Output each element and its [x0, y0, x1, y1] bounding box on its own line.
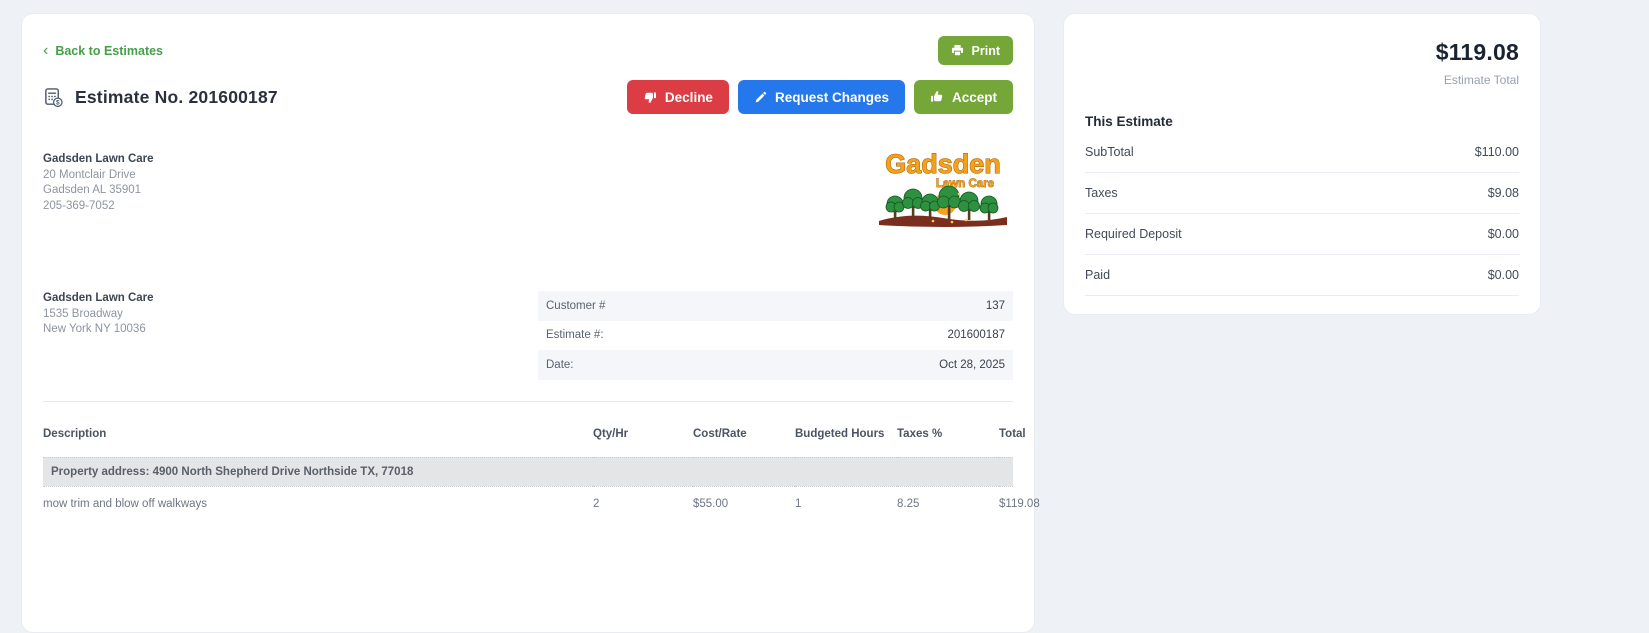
summary-value: $0.00 — [1487, 227, 1519, 241]
back-link-label: Back to Estimates — [55, 43, 164, 58]
print-button-label: Print — [971, 43, 1000, 58]
summary-value: $0.00 — [1487, 268, 1519, 282]
company-logo: Gadsden Lawn Care — [873, 148, 1013, 233]
logo-ground — [879, 215, 1007, 227]
customer-address-line2: New York NY 10036 — [43, 323, 146, 335]
meta-row-estimate-number: Estimate #: 201600187 — [538, 321, 1013, 351]
request-changes-button[interactable]: Request Changes — [737, 80, 905, 114]
page-title: Estimate No. 201600187 — [75, 86, 278, 107]
logo-wordmark: Gadsden — [885, 149, 1001, 179]
meta-row-date: Date: Oct 28, 2025 — [538, 350, 1013, 380]
column-header-qty-hr: Qty/Hr — [593, 427, 629, 440]
pencil-icon — [754, 91, 767, 104]
column-header-cost-rate: Cost/Rate — [693, 427, 747, 440]
customer-address-line1: 1535 Broadway — [43, 307, 123, 320]
request-changes-button-label: Request Changes — [774, 89, 889, 105]
meta-label: Estimate #: — [546, 329, 604, 342]
estimate-card: ‹ Back to Estimates Print $ Estimate No.… — [21, 13, 1040, 633]
estimate-total-amount: $119.08 — [1435, 39, 1519, 65]
decline-button-label: Decline — [664, 89, 713, 105]
print-button[interactable]: Print — [937, 36, 1013, 65]
item-total: $119.08 — [999, 485, 1040, 521]
summary-row-subtotal: SubTotal $110.00 — [1085, 132, 1519, 173]
printer-icon — [951, 44, 964, 57]
summary-label: Paid — [1085, 268, 1111, 282]
summary-value: $9.08 — [1487, 186, 1519, 200]
company-address-line1: 20 Montclair Drive — [43, 168, 136, 181]
summary-row-taxes: Taxes $9.08 — [1085, 173, 1519, 214]
chevron-left-icon: ‹ — [43, 41, 49, 59]
line-items-table: Description Qty/Hr Cost/Rate Budgeted Ho… — [43, 402, 1040, 521]
estimate-meta-table: Customer # 137 Estimate #: 201600187 Dat… — [538, 291, 1013, 380]
column-header-taxes-pct: Taxes % — [897, 427, 943, 440]
item-budgeted-hours: 1 — [795, 485, 897, 521]
top-toolbar: ‹ Back to Estimates Print — [43, 36, 1013, 65]
decline-button[interactable]: Decline — [626, 80, 729, 114]
meta-value: 137 — [985, 299, 1005, 312]
summary-label: Taxes — [1085, 186, 1118, 200]
thumbs-up-icon — [930, 90, 944, 104]
summary-section-title: This Estimate — [1085, 114, 1173, 129]
summary-row-required-deposit: Required Deposit $0.00 — [1085, 214, 1519, 255]
line-item-row: mow trim and blow off walkways 2 $55.00 … — [43, 485, 1040, 521]
summary-card: $119.08 Estimate Total This Estimate Sub… — [1063, 13, 1541, 315]
property-address-row: Property address: 4900 North Shepherd Dr… — [43, 456, 1013, 486]
customer-section: Gadsden Lawn Care 1535 Broadway New York… — [43, 291, 1013, 380]
column-header-total: Total — [999, 427, 1026, 440]
company-name: Gadsden Lawn Care — [43, 153, 154, 165]
thumbs-down-icon — [643, 90, 657, 104]
company-section: Gadsden Lawn Care 20 Montclair Drive Gad… — [43, 149, 1013, 233]
page: ‹ Back to Estimates Print $ Estimate No.… — [0, 0, 1649, 633]
accept-button-label: Accept — [951, 89, 997, 105]
meta-value: 201600187 — [947, 329, 1005, 342]
estimate-total-caption: Estimate Total — [1443, 73, 1519, 87]
estimate-invoice-icon: $ — [43, 87, 64, 108]
company-phone: 205-369-7052 — [43, 199, 115, 212]
customer-address: Gadsden Lawn Care 1535 Broadway New York… — [43, 291, 154, 338]
item-description: mow trim and blow off walkways — [43, 485, 593, 521]
meta-label: Date: — [546, 358, 574, 371]
back-to-estimates-link[interactable]: ‹ Back to Estimates — [43, 41, 164, 59]
summary-row-paid: Paid $0.00 — [1085, 255, 1519, 296]
item-qty: 2 — [593, 485, 693, 521]
column-header-budgeted-hours: Budgeted Hours — [795, 427, 885, 440]
logo-trees — [885, 185, 999, 220]
table-header-row: Description Qty/Hr Cost/Rate Budgeted Ho… — [43, 402, 1026, 458]
svg-text:$: $ — [56, 99, 60, 106]
meta-label: Customer # — [546, 299, 606, 312]
accept-button[interactable]: Accept — [913, 80, 1013, 114]
company-address: Gadsden Lawn Care 20 Montclair Drive Gad… — [43, 152, 154, 214]
summary-value: $110.00 — [1474, 145, 1519, 159]
summary-label: Required Deposit — [1085, 227, 1182, 241]
meta-value: Oct 28, 2025 — [939, 358, 1005, 371]
summary-label: SubTotal — [1085, 145, 1134, 159]
company-address-line2: Gadsden AL 35901 — [43, 184, 142, 196]
title-row: $ Estimate No. 201600187 Decline Request… — [43, 80, 1013, 114]
estimate-actions: Decline Request Changes Accept — [626, 80, 1013, 114]
item-taxes-pct: 8.25 — [897, 485, 999, 521]
item-cost-rate: $55.00 — [693, 485, 795, 521]
column-header-description: Description — [43, 427, 107, 440]
meta-row-customer-number: Customer # 137 — [538, 291, 1013, 321]
property-address-text: Property address: 4900 North Shepherd Dr… — [43, 456, 1013, 486]
summary-rows: SubTotal $110.00 Taxes $9.08 Required De… — [1085, 132, 1519, 296]
customer-name: Gadsden Lawn Care — [43, 292, 154, 304]
